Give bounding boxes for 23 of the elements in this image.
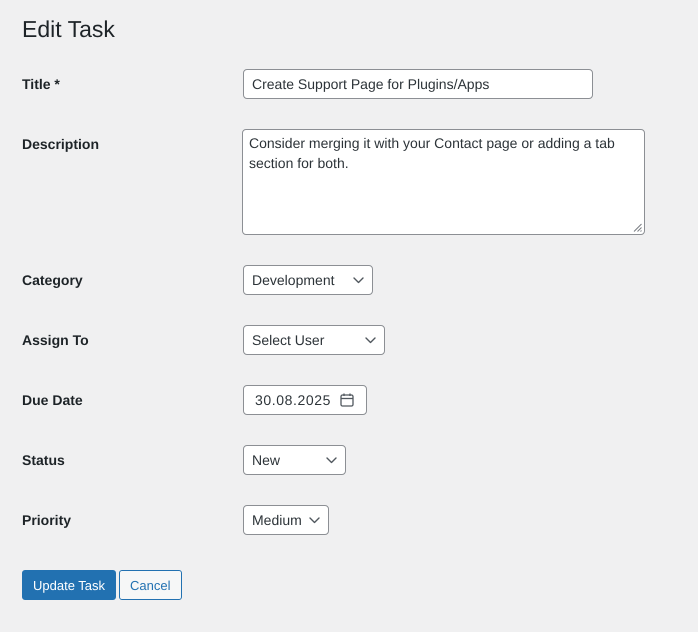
field-label: Priority [22, 511, 72, 530]
field-label: Status [22, 451, 65, 470]
dropdown-select[interactable]: Development [243, 265, 373, 295]
text-input[interactable]: Create Support Page for Plugins/Apps [243, 69, 593, 99]
field-label: Description [22, 135, 100, 154]
submit-button[interactable]: Update Task [22, 570, 116, 600]
chevron-down-icon [326, 456, 337, 464]
cancel-button[interactable]: Cancel [119, 570, 182, 600]
textarea-field[interactable]: Consider merging it with your Contact page or adding a tab section for both. [242, 129, 645, 235]
resize-handle-icon [633, 223, 642, 232]
chevron-down-icon [309, 516, 320, 524]
calendar-icon [340, 393, 354, 407]
field-label: Assign To [22, 331, 89, 350]
field-label: Due Date [22, 391, 83, 410]
chevron-down-icon [365, 336, 376, 344]
dropdown-select[interactable]: Medium [243, 505, 329, 535]
chevron-down-icon [353, 276, 364, 284]
dropdown-select[interactable]: Select User [243, 325, 385, 355]
field-label: Category [22, 271, 83, 290]
page-title: Edit Task [22, 15, 115, 44]
date-input[interactable]: 30.08.2025 [243, 385, 367, 415]
dropdown-select[interactable]: New [243, 445, 346, 475]
field-label: Title * [22, 75, 60, 94]
